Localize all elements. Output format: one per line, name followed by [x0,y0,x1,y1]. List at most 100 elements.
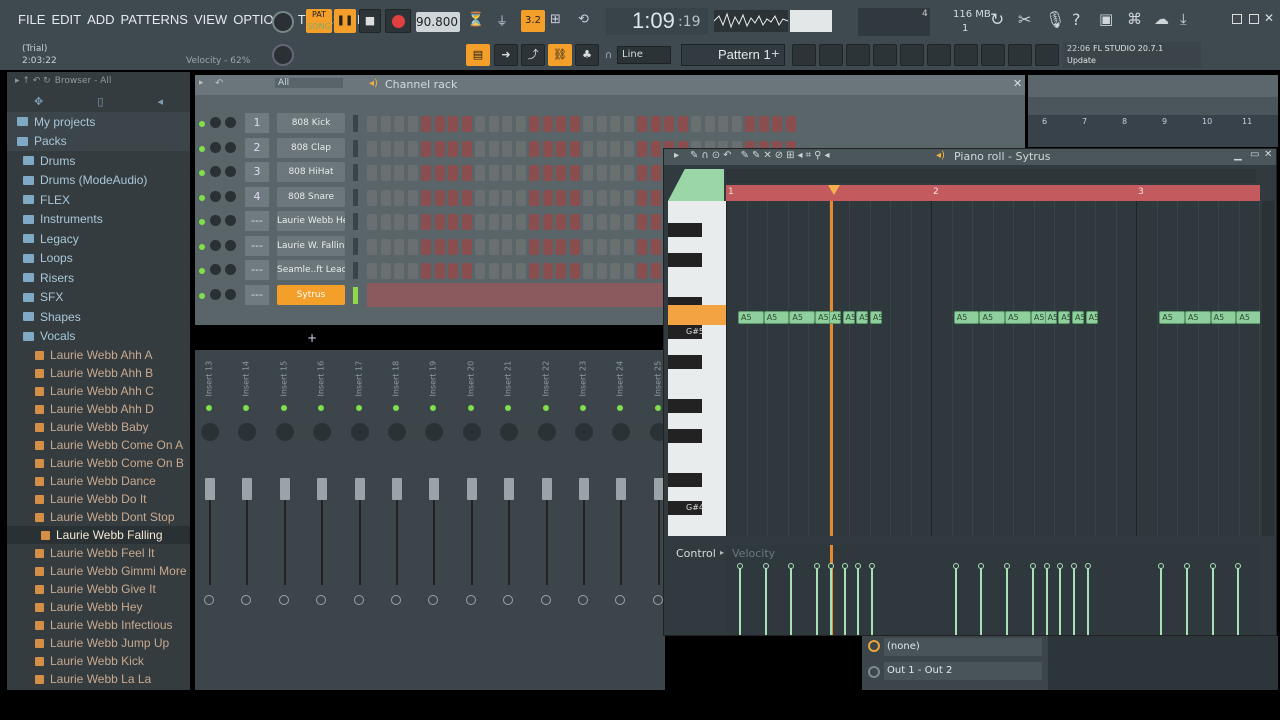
file-item[interactable]: Laurie Webb Jump Up [7,634,190,652]
mini-piano-roll[interactable] [367,282,663,307]
loop-record-icon[interactable]: ⟲ [578,12,589,27]
velocity-lane[interactable]: Velocity [726,545,1260,635]
mute-led[interactable] [199,121,205,127]
step-button[interactable] [394,140,404,157]
folder-item[interactable]: Vocals [7,327,190,347]
step-button[interactable] [475,189,485,206]
step-button[interactable] [623,140,634,157]
velocity-handle[interactable] [1084,563,1091,569]
save-icon[interactable]: ▣ [1099,10,1113,28]
browser-nav-icon[interactable]: ▸ ↑ ↶ ↻ [15,76,51,86]
step-button[interactable] [758,116,769,132]
step-button[interactable] [367,116,377,132]
step-button[interactable] [502,189,512,206]
send-knob[interactable] [241,595,252,605]
step-button[interactable] [610,165,620,181]
step-button[interactable] [394,165,404,181]
channel-number[interactable]: 4 [245,186,269,207]
insert-label[interactable]: Insert 18 [392,353,401,397]
maximize-icon[interactable] [1249,14,1259,24]
step-button[interactable] [610,189,620,206]
step-button[interactable] [407,214,418,230]
menu-add[interactable]: ADD [87,10,114,32]
step-button[interactable] [650,263,661,279]
velocity-bar[interactable] [1211,567,1214,635]
channel-select-indicator[interactable] [353,164,358,181]
step-button[interactable] [367,140,377,157]
volume-knob[interactable] [225,190,236,202]
file-item[interactable]: Laurie Webb Baby [7,418,190,436]
pan-knob[interactable] [210,264,221,275]
cut-icon[interactable]: ✂ [1018,10,1031,29]
menu-patterns[interactable]: PATTERNS [121,10,188,32]
pan-knob[interactable] [575,423,593,441]
step-button[interactable] [596,263,607,279]
step-button[interactable] [448,165,458,181]
note[interactable]: A5 [1071,311,1086,324]
velocity-handle[interactable] [1158,563,1165,569]
insert-led[interactable] [467,405,474,411]
rack-undo-icon[interactable]: ↶ [215,78,223,89]
step-button[interactable] [785,116,796,132]
insert-led[interactable] [355,405,362,411]
step-button[interactable] [488,165,499,181]
step-button[interactable] [380,116,391,132]
velocity-bar[interactable] [764,567,767,635]
wait-for-input-icon[interactable]: ⏚ [496,12,508,29]
file-item[interactable]: Laurie Webb Come On A [7,436,190,454]
file-item[interactable]: Laurie Webb Ahh A [7,346,190,364]
volume-knob[interactable] [225,141,236,153]
step-button[interactable] [623,116,634,132]
channel-number[interactable]: --- [245,260,269,280]
step-button[interactable] [407,140,418,157]
step-button[interactable] [407,238,418,255]
step-button[interactable] [434,214,445,230]
insert-label[interactable]: Insert 13 [205,353,214,397]
step-button[interactable] [394,238,404,255]
velocity-handle[interactable] [814,563,821,569]
volume-fader[interactable] [242,478,253,500]
step-button[interactable] [529,238,539,255]
channel-select-indicator[interactable] [353,286,358,304]
file-item[interactable]: Laurie Webb Give It [7,580,190,598]
step-button[interactable] [434,165,445,181]
piano-roll-view-icon[interactable] [819,44,843,66]
insert-label[interactable]: Insert 16 [317,353,326,397]
step-button[interactable] [475,263,485,279]
step-button[interactable] [407,165,418,181]
step-button[interactable] [448,189,458,206]
channel-select-indicator[interactable] [353,188,358,206]
velocity-bar[interactable] [816,567,819,635]
play-button[interactable]: ❚❚ [334,9,356,33]
step-button[interactable] [610,140,620,157]
step-button[interactable] [434,140,445,157]
step-button[interactable] [367,263,377,279]
step-button[interactable] [502,214,512,230]
slide-tool-button[interactable]: ⤴ [521,44,545,66]
download-icon[interactable]: ⤓ [1180,10,1187,28]
folder-item[interactable]: Shapes [7,307,190,327]
step-button[interactable] [421,140,431,157]
note[interactable]: A5 [979,311,1006,324]
step-button[interactable] [380,165,391,181]
file-item[interactable]: Laurie Webb Ahh D [7,400,190,418]
channel-list-view-icon[interactable] [846,44,870,66]
touch-controller-icon[interactable] [981,44,1005,66]
insert-label[interactable]: Insert 24 [616,353,625,397]
file-item[interactable]: Laurie Webb Come On B [7,454,190,472]
shop-icon[interactable] [1035,44,1059,66]
step-button[interactable] [569,165,580,181]
insert-led[interactable] [243,405,250,411]
send-knob[interactable] [391,595,401,605]
step-button[interactable] [610,238,620,255]
step-button[interactable] [434,263,445,279]
pan-knob[interactable] [500,423,519,441]
step-button[interactable] [515,165,526,181]
step-button[interactable] [556,116,566,132]
channel-name-button[interactable]: Seamle..ft Lead [277,260,345,280]
step-button[interactable] [394,189,404,206]
channel-number[interactable]: 3 [245,162,269,182]
step-button[interactable] [583,165,593,181]
step-button[interactable] [502,140,512,157]
step-button[interactable] [691,116,701,132]
